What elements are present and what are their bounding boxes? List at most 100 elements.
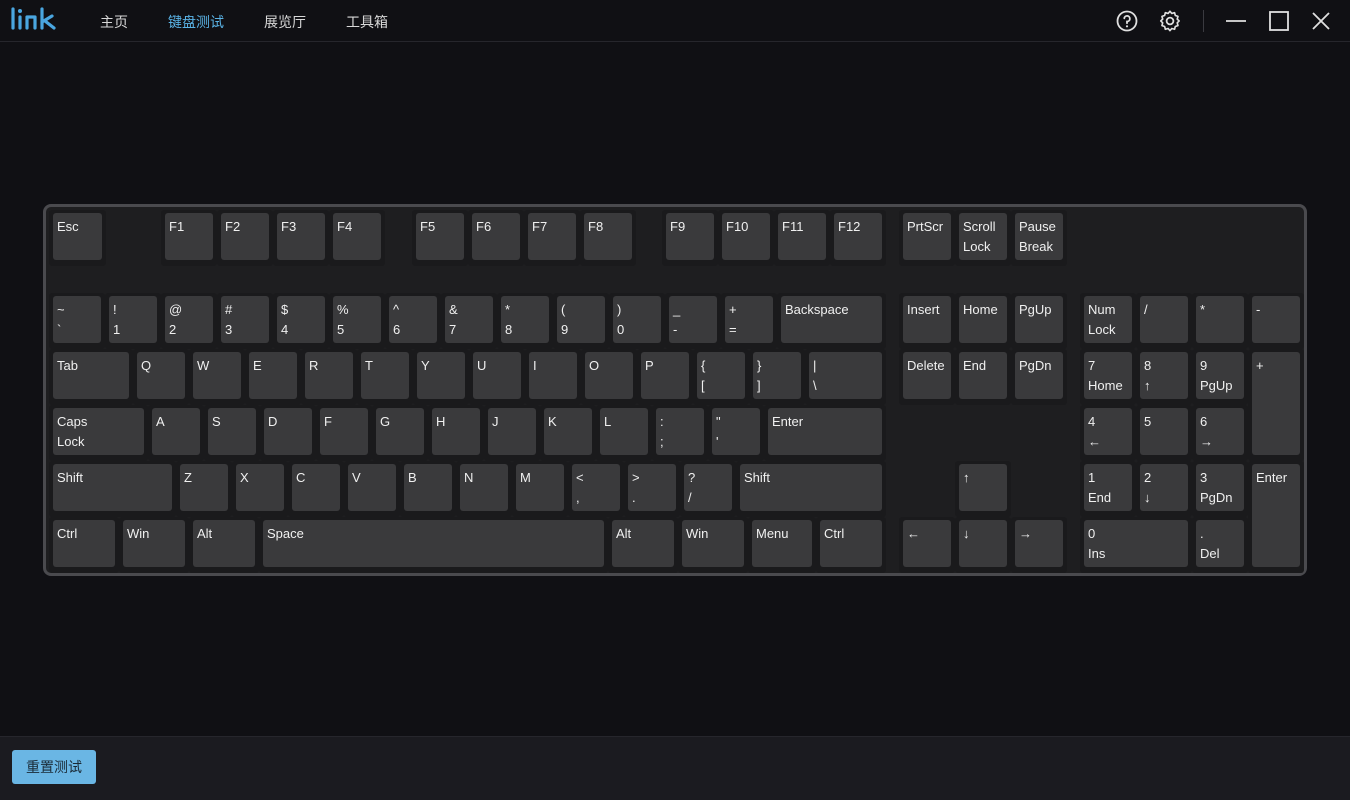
key-right[interactable]: → (1011, 517, 1067, 573)
key-v[interactable]: V (344, 461, 400, 517)
key-m[interactable]: M (512, 461, 568, 517)
key-quote[interactable]: " ' (708, 405, 764, 461)
key-slash-2[interactable]: ? / (680, 461, 736, 517)
key-z[interactable]: Z (176, 461, 232, 517)
key-ctrl-2[interactable]: Ctrl (816, 517, 886, 573)
nav-gallery[interactable]: 展览厅 (264, 12, 306, 32)
key-1[interactable]: 1 End (1080, 461, 1136, 517)
key-x[interactable]: X (232, 461, 288, 517)
key-f4[interactable]: F4 (329, 210, 385, 266)
key-b[interactable]: B (400, 461, 456, 517)
key-shift[interactable]: Shift (49, 461, 176, 517)
key-scroll-lock[interactable]: Scroll Lock (955, 210, 1011, 266)
key-o[interactable]: O (581, 349, 637, 405)
key-f5[interactable]: F5 (412, 210, 468, 266)
key-f10[interactable]: F10 (718, 210, 774, 266)
key-f9[interactable]: F9 (662, 210, 718, 266)
key-f1[interactable]: F1 (161, 210, 217, 266)
key-8[interactable]: 8 ↑ (1136, 349, 1192, 405)
key-f6[interactable]: F6 (468, 210, 524, 266)
key-ctrl[interactable]: Ctrl (49, 517, 119, 573)
maximize-icon[interactable] (1267, 9, 1291, 33)
key-f12[interactable]: F12 (830, 210, 886, 266)
key-end[interactable]: End (955, 349, 1011, 405)
nav-toolbox[interactable]: 工具箱 (346, 12, 388, 32)
key-pause-break[interactable]: Pause Break (1011, 210, 1067, 266)
gear-icon[interactable] (1158, 9, 1182, 33)
key-tab[interactable]: Tab (49, 349, 133, 405)
key-0[interactable]: 0 Ins (1080, 517, 1192, 573)
key-win[interactable]: Win (119, 517, 189, 573)
key-y[interactable]: Y (413, 349, 469, 405)
key-lparen[interactable]: (9 (553, 293, 609, 349)
key-p[interactable]: P (637, 349, 693, 405)
key-delete[interactable]: Delete (899, 349, 955, 405)
key-period[interactable]: >. (624, 461, 680, 517)
nav-home[interactable]: 主页 (100, 12, 128, 32)
key-at[interactable]: @2 (161, 293, 217, 349)
key-q[interactable]: Q (133, 349, 189, 405)
key-f2[interactable]: F2 (217, 210, 273, 266)
key-ampersand[interactable]: & 7 (441, 293, 497, 349)
key-slash[interactable]: / (1136, 293, 1192, 349)
key-caret[interactable]: ^ 6 (385, 293, 441, 349)
key-plus-2[interactable]: + (1248, 349, 1304, 461)
key-f7[interactable]: F7 (524, 210, 580, 266)
key-n[interactable]: N (456, 461, 512, 517)
key-exclaim[interactable]: ! 1 (105, 293, 161, 349)
key-dollar[interactable]: $4 (273, 293, 329, 349)
key-f11[interactable]: F11 (774, 210, 830, 266)
key-home[interactable]: Home (955, 293, 1011, 349)
key-up[interactable]: ↑ (955, 461, 1011, 517)
key-win-2[interactable]: Win (678, 517, 748, 573)
help-icon[interactable] (1115, 9, 1139, 33)
key-alt[interactable]: Alt (189, 517, 259, 573)
key-3[interactable]: 3 PgDn (1192, 461, 1248, 517)
key-menu[interactable]: Menu (748, 517, 816, 573)
key-f8[interactable]: F8 (580, 210, 636, 266)
key-backspace[interactable]: Backspace (777, 293, 886, 349)
key-shift-2[interactable]: Shift (736, 461, 886, 517)
key-enter[interactable]: Enter (764, 405, 886, 461)
key-t[interactable]: T (357, 349, 413, 405)
key-insert[interactable]: Insert (899, 293, 955, 349)
key-7[interactable]: 7 Home (1080, 349, 1136, 405)
key-i[interactable]: I (525, 349, 581, 405)
key-s[interactable]: S (204, 405, 260, 461)
key-f[interactable]: F (316, 405, 372, 461)
key-enter-2[interactable]: Enter (1248, 461, 1304, 573)
key-g[interactable]: G (372, 405, 428, 461)
key-k[interactable]: K (540, 405, 596, 461)
key-h[interactable]: H (428, 405, 484, 461)
key-hash[interactable]: #3 (217, 293, 273, 349)
key-6[interactable]: 6 → (1192, 405, 1248, 461)
key-pgdn[interactable]: PgDn (1011, 349, 1067, 405)
key-4[interactable]: 4 ← (1080, 405, 1136, 461)
key-tilde[interactable]: ~ ` (49, 293, 105, 349)
key-pgup[interactable]: PgUp (1011, 293, 1067, 349)
key-esc[interactable]: Esc (49, 210, 106, 266)
close-icon[interactable] (1309, 9, 1333, 33)
key-asterisk-2[interactable]: * (1192, 293, 1248, 349)
key-rparen[interactable]: ) 0 (609, 293, 665, 349)
key-plus[interactable]: + = (721, 293, 777, 349)
key-j[interactable]: J (484, 405, 540, 461)
key-prtscr[interactable]: PrtScr (899, 210, 955, 266)
key-asterisk[interactable]: * 8 (497, 293, 553, 349)
key-2[interactable]: 2 ↓ (1136, 461, 1192, 517)
key-5[interactable]: 5 (1136, 405, 1192, 461)
key-a[interactable]: A (148, 405, 204, 461)
key-minus-2[interactable]: - (1248, 293, 1304, 349)
key-caps-lock[interactable]: Caps Lock (49, 405, 148, 461)
key-w[interactable]: W (189, 349, 245, 405)
key-r[interactable]: R (301, 349, 357, 405)
key-l[interactable]: L (596, 405, 652, 461)
key-comma[interactable]: <, (568, 461, 624, 517)
reset-test-button[interactable]: 重置测试 (12, 750, 96, 784)
key-down[interactable]: ↓ (955, 517, 1011, 573)
key-left[interactable]: ← (899, 517, 955, 573)
key-minus[interactable]: _ - (665, 293, 721, 349)
key-c[interactable]: C (288, 461, 344, 517)
key-semicolon[interactable]: :; (652, 405, 708, 461)
key-u[interactable]: U (469, 349, 525, 405)
